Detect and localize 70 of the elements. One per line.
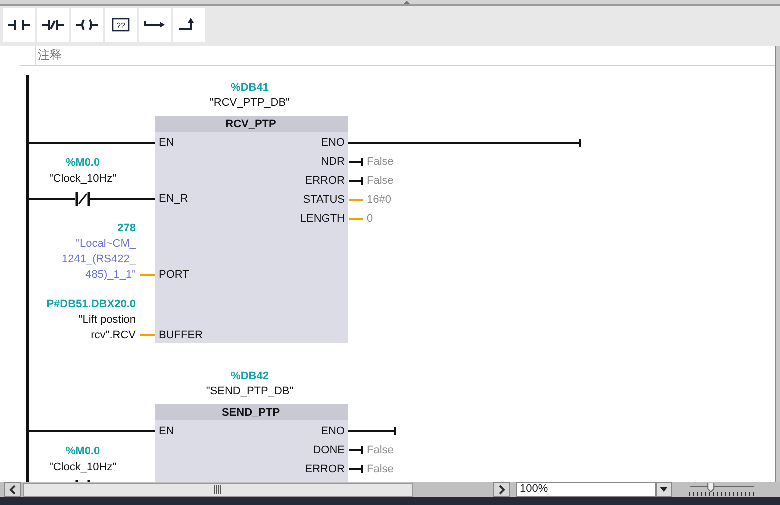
output-value: False [367, 156, 394, 168]
pin-label: EN_R [159, 192, 188, 205]
pin-label: PORT [159, 268, 190, 281]
operand-name: rcv".RCV [91, 329, 136, 342]
coil-button[interactable] [71, 8, 103, 42]
operand-name: "Clock_10Hz" [49, 461, 117, 474]
chevron-right-icon [498, 484, 506, 494]
wire [29, 198, 75, 200]
wire [140, 274, 155, 276]
wire [349, 177, 363, 185]
pin-label: EN [159, 136, 174, 149]
block-type: RCV_PTP [226, 118, 276, 130]
slider-thumb[interactable] [708, 482, 715, 492]
scrollbar-thumb[interactable] [23, 482, 413, 496]
wire [349, 158, 363, 166]
pin-label: ENO [321, 136, 345, 149]
wire [349, 446, 363, 454]
output-value: False [367, 174, 394, 187]
operand-name: 1241_(RS422_ [62, 253, 136, 266]
operand-name: "Lift postion [78, 314, 136, 326]
wire [349, 218, 363, 220]
wire [140, 334, 155, 336]
empty-box-button[interactable]: ?? [105, 8, 137, 42]
zoom-dropdown-button[interactable] [656, 482, 672, 497]
wire [348, 428, 396, 436]
instance-name: "RCV_PTP_DB" [210, 96, 290, 109]
pin-label: ERROR [305, 463, 345, 476]
pin-label: NDR [321, 156, 345, 168]
output-value: False [367, 463, 394, 476]
pin-label: EN [159, 425, 174, 438]
function-block[interactable]: RCV_PTP EN EN_R PORT BUFFER ENO NDR ERROR STATUS LENGTH [155, 116, 348, 344]
chevron-left-icon [8, 484, 16, 494]
instance-address: %DB42 [231, 370, 269, 382]
operand-address: %M0.0 [66, 156, 100, 169]
normally-closed-contact-icon[interactable] [76, 190, 90, 208]
inverted-contact-button[interactable] [37, 8, 69, 42]
operand-name: "Clock_10Hz" [49, 172, 117, 185]
wire [90, 198, 155, 200]
contact-icon [7, 17, 31, 33]
scroll-right-button[interactable] [493, 482, 510, 497]
pin-label: BUFFER [159, 329, 203, 342]
scroll-left-button[interactable] [4, 482, 21, 497]
zoom-field[interactable]: 100% [516, 482, 656, 497]
instance-name: "SEND_PTP_DB" [206, 385, 294, 398]
operand-name: 485)_1_1" [86, 268, 136, 281]
output-value: 0 [367, 212, 374, 225]
grip-icon [214, 485, 222, 494]
inverted-contact-icon [41, 17, 65, 33]
pin-label: DONE [313, 444, 345, 456]
function-block[interactable]: SEND_PTP EN ENO DONE ERROR [155, 404, 348, 482]
operand-address: 278 [118, 222, 136, 234]
open-branch-button[interactable] [139, 8, 171, 42]
operand-address: P#DB51.DBX20.0 [46, 298, 136, 310]
instance-address: %DB41 [231, 82, 269, 94]
block-type: SEND_PTP [222, 406, 280, 419]
operand-name: "Local~CM_ [76, 238, 136, 250]
pin-label: STATUS [303, 194, 345, 206]
wire [349, 466, 363, 474]
caret-down-icon [660, 487, 668, 492]
contact-button[interactable] [3, 8, 35, 42]
wire [349, 199, 363, 201]
close-branch-button[interactable] [173, 8, 205, 42]
output-value: False [367, 444, 394, 456]
pin-label: ENO [321, 425, 345, 438]
output-value: 16#0 [367, 194, 392, 206]
operand-address: %M0.0 [66, 445, 100, 458]
coil-icon [75, 17, 99, 33]
pin-label: LENGTH [300, 212, 345, 225]
pin-label: ERROR [305, 174, 345, 187]
vertical-scrollbar[interactable] [775, 46, 780, 482]
